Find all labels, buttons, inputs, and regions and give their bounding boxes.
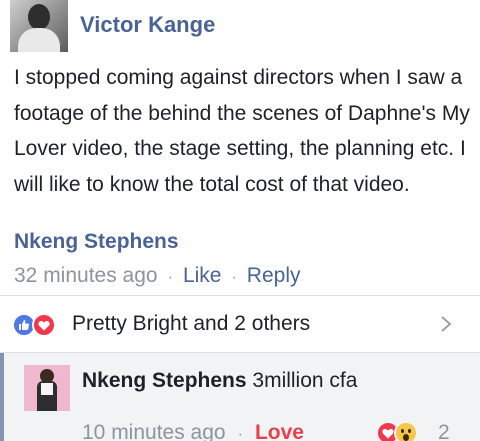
reactions-summary-row[interactable]: Pretty Bright and 2 others	[0, 296, 480, 352]
comment: Victor Kange I stopped coming against di…	[0, 0, 480, 296]
tagged-user-name[interactable]: Nkeng Stephens	[14, 228, 179, 256]
meta-separator: ·	[167, 269, 173, 286]
meta-separator: ·	[231, 269, 237, 286]
comment-body-text: I stopped coming against directors when …	[14, 66, 470, 196]
reply-body-text: 3million cfa	[252, 369, 358, 392]
reply-item: Nkeng Stephens 3million cfa 10 minutes a…	[0, 353, 480, 441]
reply-meta-row: 10 minutes ago · Love	[82, 419, 304, 441]
reply-button[interactable]: Reply	[247, 264, 301, 287]
comment-author-name[interactable]: Victor Kange	[80, 12, 215, 38]
meta-separator: ·	[237, 426, 243, 441]
reply-reaction-icons[interactable]	[376, 421, 436, 441]
like-button[interactable]: Like	[183, 264, 222, 287]
love-icon	[32, 313, 56, 337]
love-reaction-button[interactable]: Love	[255, 421, 304, 441]
chevron-right-icon[interactable]	[436, 312, 456, 336]
reply-author-avatar[interactable]	[24, 365, 70, 411]
wow-icon	[394, 421, 418, 441]
reply-content: Nkeng Stephens 3million cfa	[82, 367, 357, 395]
commenter-avatar[interactable]	[10, 0, 68, 52]
reply-timestamp[interactable]: 10 minutes ago	[82, 421, 226, 441]
reply-reaction-count[interactable]: 2	[438, 419, 450, 441]
comment-timestamp[interactable]: 32 minutes ago	[14, 264, 158, 287]
reactors-summary: Pretty Bright and 2 others	[72, 312, 311, 335]
comment-meta-row: 32 minutes ago · Like · Reply	[14, 262, 301, 292]
reaction-icons	[12, 313, 64, 337]
reply-author-name[interactable]: Nkeng Stephens	[82, 369, 247, 392]
reply-thread-bar	[0, 353, 4, 441]
